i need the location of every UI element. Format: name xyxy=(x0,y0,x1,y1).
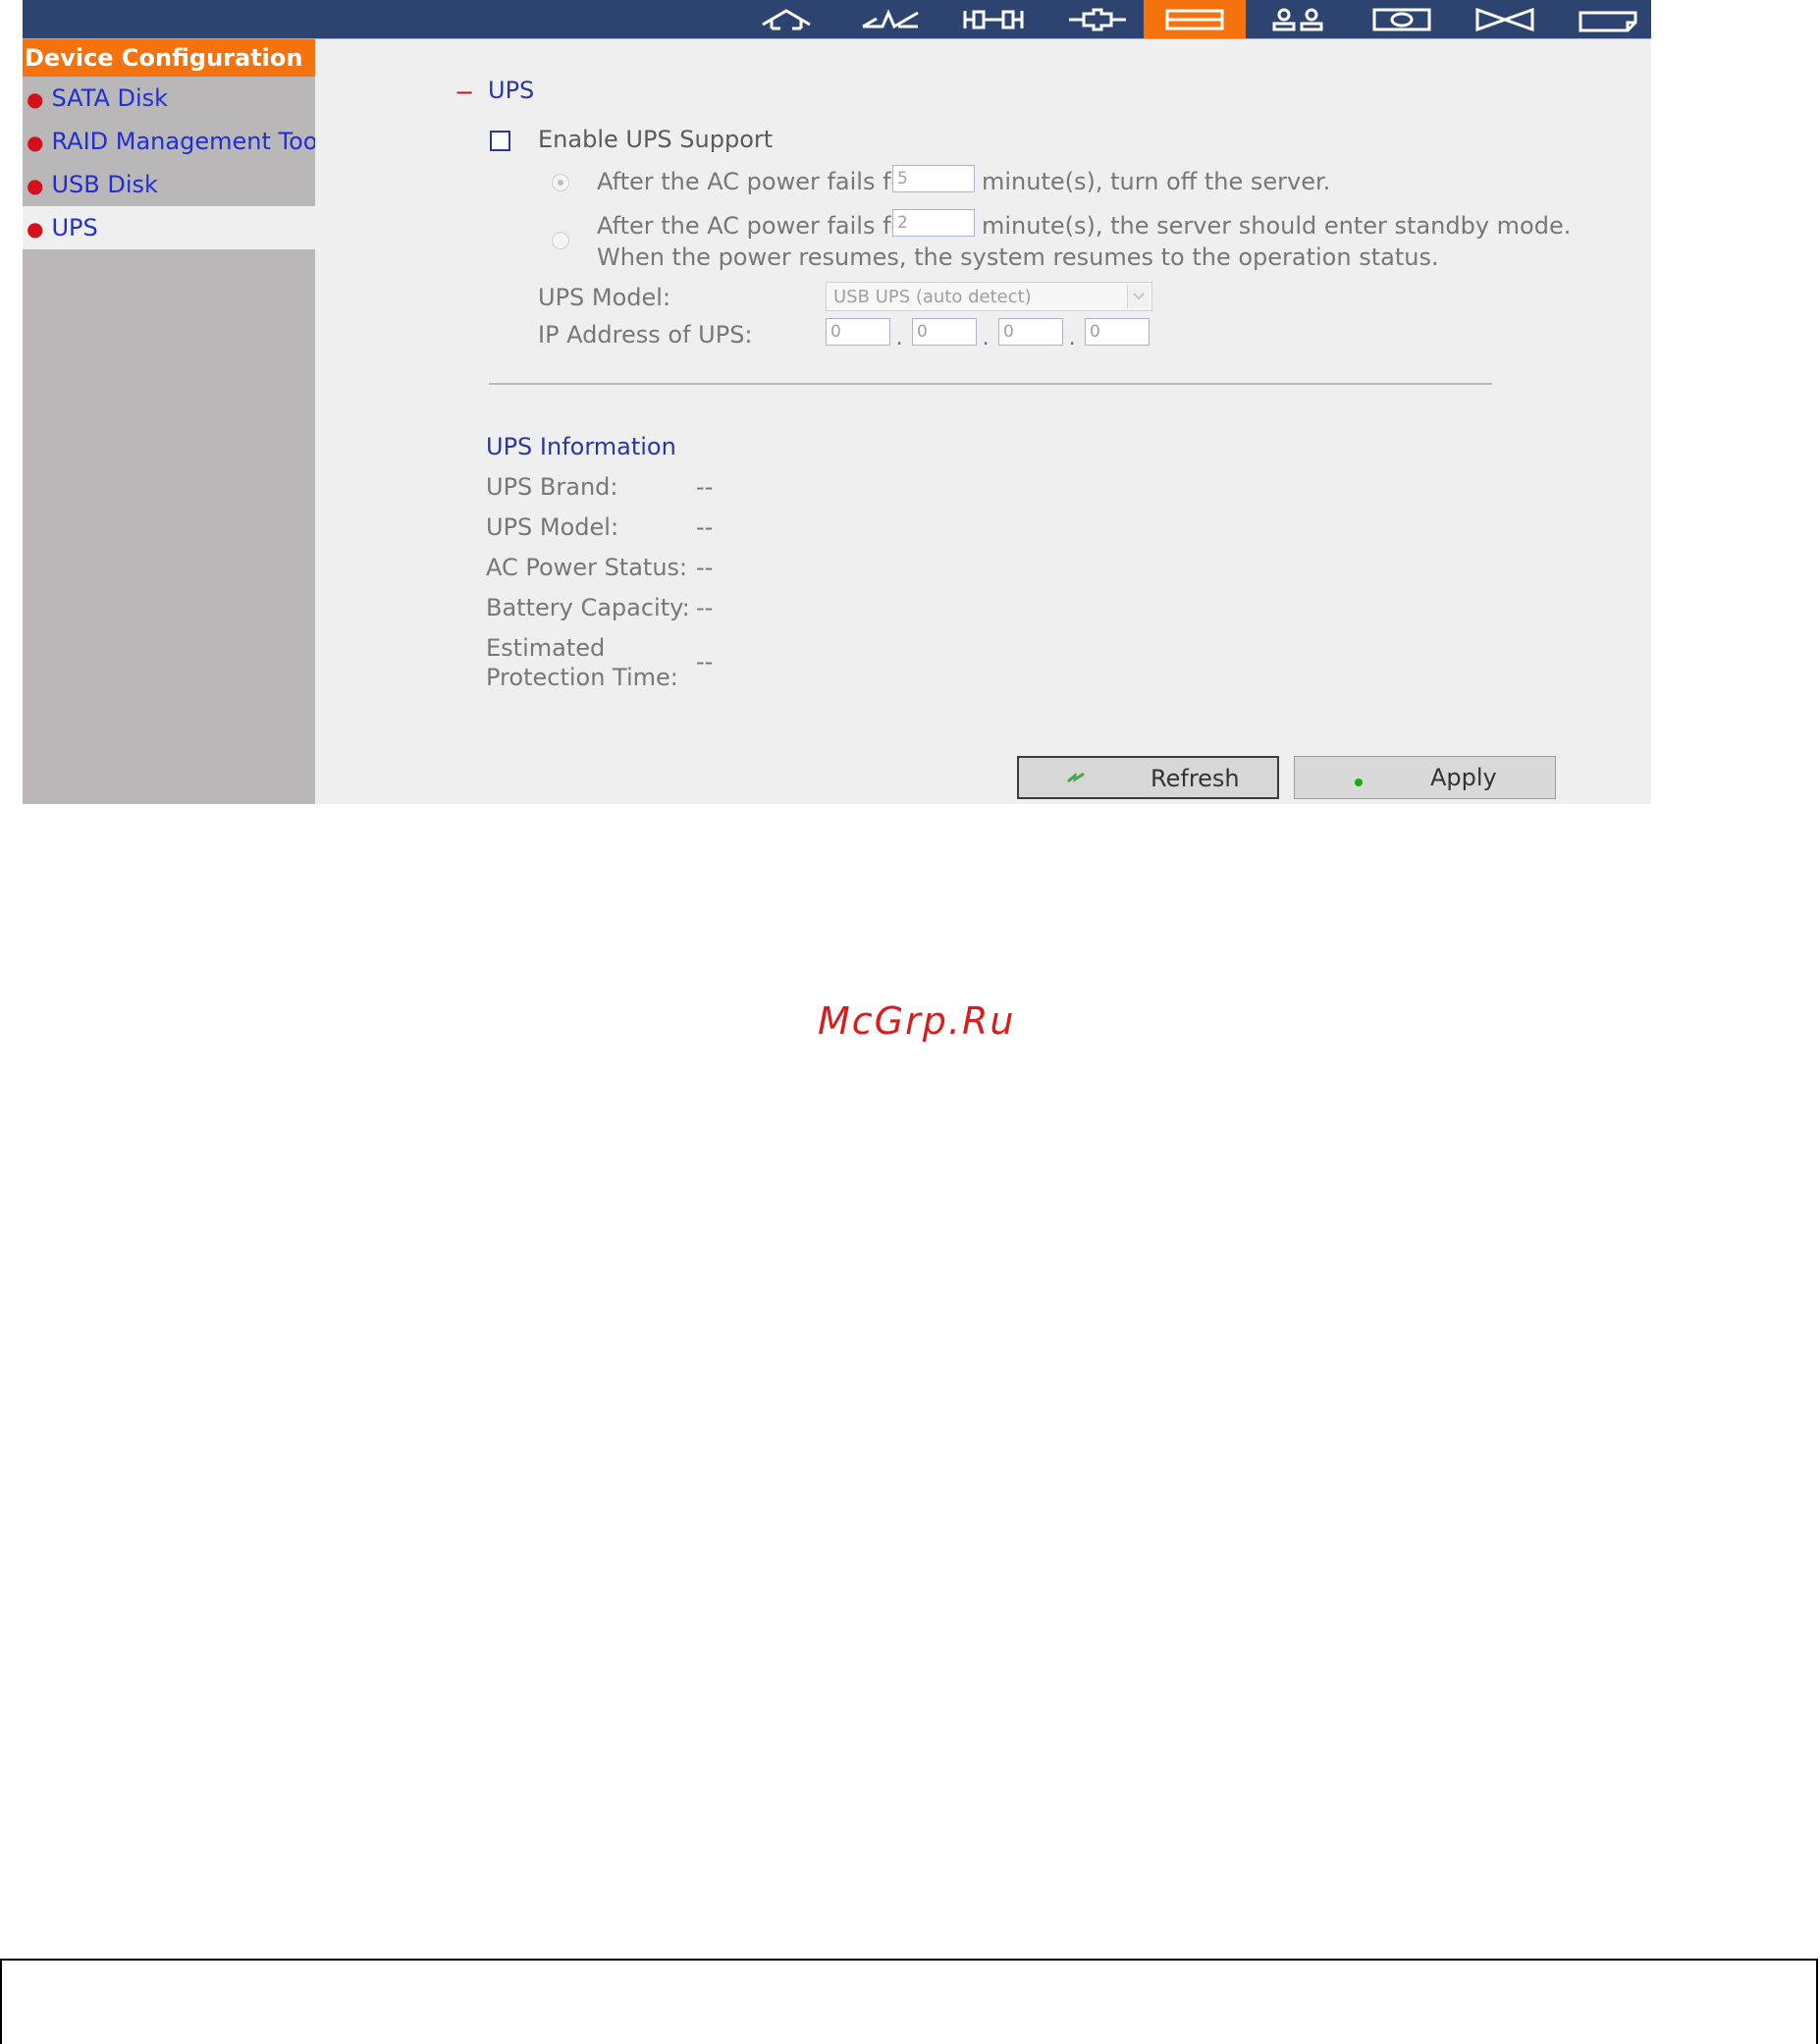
shutdown-option-suffix: minute(s), turn off the server. xyxy=(982,168,1331,195)
network-icon[interactable] xyxy=(1046,0,1149,38)
ac-power-status-value: -- xyxy=(696,554,714,581)
protection-time-label-line2: Protection Time: xyxy=(486,664,678,691)
shutdown-option-prefix: After the AC power fails for xyxy=(597,168,916,195)
protection-time-label-line1: Estimated xyxy=(486,634,606,662)
system-admin-icon[interactable] xyxy=(942,0,1044,38)
shutdown-minutes-input[interactable] xyxy=(892,165,975,192)
device-config-icon[interactable] xyxy=(1144,0,1246,38)
sidebar-item-label: SATA Disk xyxy=(51,84,169,112)
sidebar-item-label: RAID Management Tool xyxy=(51,128,325,155)
sidebar-item-ups[interactable]: ● UPS xyxy=(23,206,315,249)
ip-separator: . xyxy=(1069,326,1076,350)
refresh-icon xyxy=(1066,770,1086,789)
sidebar-item-sata-disk[interactable]: ● SATA Disk xyxy=(23,77,315,120)
enable-ups-checkbox[interactable] xyxy=(490,131,510,151)
bullet-icon: ● xyxy=(27,174,44,197)
page-footer-frame xyxy=(0,1959,1818,2044)
ac-power-status-label: AC Power Status: xyxy=(486,554,688,581)
ip-address-label: IP Address of UPS: xyxy=(538,321,753,349)
bullet-icon: ● xyxy=(27,87,44,111)
event-log-icon[interactable] xyxy=(1557,0,1659,38)
standby-radio[interactable] xyxy=(552,232,569,249)
ups-brand-label: UPS Brand: xyxy=(486,473,618,501)
sidebar-item-label: UPS xyxy=(51,214,98,242)
ups-model-value: USB UPS (auto detect) xyxy=(833,287,1032,307)
section-divider xyxy=(489,383,1492,385)
battery-capacity-label: Battery Capacity: xyxy=(486,594,690,621)
ups-model-select[interactable]: USB UPS (auto detect) xyxy=(826,282,1152,311)
main-content: − UPS Enable UPS Support After the AC po… xyxy=(315,39,1651,804)
section-title-ups: UPS xyxy=(488,77,535,104)
apply-dot-icon xyxy=(1354,773,1364,791)
system-tools-icon[interactable] xyxy=(1454,0,1556,38)
ip-octet-4-input[interactable] xyxy=(1085,318,1150,346)
ups-brand-value: -- xyxy=(696,473,714,501)
sidebar-item-label: USB Disk xyxy=(51,171,158,198)
top-toolbar xyxy=(23,0,1651,39)
ip-octet-1-input[interactable] xyxy=(826,318,890,346)
ups-info-model-value: -- xyxy=(696,513,714,541)
standby-option-prefix: After the AC power fails for xyxy=(597,212,916,240)
ups-info-title: UPS Information xyxy=(486,433,676,460)
ip-separator: . xyxy=(896,326,903,350)
refresh-button[interactable]: Refresh xyxy=(1017,756,1279,799)
home-icon[interactable] xyxy=(735,0,837,38)
chevron-down-icon xyxy=(1127,285,1150,308)
standby-option-suffix: minute(s), the server should enter stand… xyxy=(982,212,1572,240)
sidebar-item-raid-management-tool[interactable]: ● RAID Management Tool xyxy=(23,120,324,163)
refresh-label: Refresh xyxy=(1151,765,1240,792)
ip-octet-2-input[interactable] xyxy=(912,318,977,346)
bullet-icon: ● xyxy=(27,217,44,241)
ip-octet-3-input[interactable] xyxy=(998,318,1063,346)
collapse-icon[interactable]: − xyxy=(455,79,474,106)
enable-ups-label: Enable UPS Support xyxy=(538,126,774,153)
standby-minutes-input[interactable] xyxy=(892,209,975,237)
sidebar-item-usb-disk[interactable]: ● USB Disk xyxy=(23,163,315,206)
nas-admin-window: Device Configuration ● SATA Disk ● RAID Ma… xyxy=(23,0,1651,804)
ip-separator: . xyxy=(983,326,990,350)
ups-model-label: UPS Model: xyxy=(538,284,671,311)
shutdown-radio[interactable] xyxy=(552,174,569,191)
standby-option-note: When the power resumes, the system resum… xyxy=(597,243,1439,271)
watermark-text: McGrp.Ru xyxy=(818,999,1016,1043)
users-icon[interactable] xyxy=(1247,0,1349,38)
quick-config-icon[interactable] xyxy=(839,0,941,38)
sidebar-title: Device Configuration xyxy=(23,39,315,77)
battery-capacity-value: -- xyxy=(696,594,714,621)
bullet-icon: ● xyxy=(27,131,44,154)
protection-time-value: -- xyxy=(696,648,714,675)
network-share-icon[interactable] xyxy=(1351,0,1453,38)
apply-button[interactable]: Apply xyxy=(1294,756,1556,799)
ups-info-model-label: UPS Model: xyxy=(486,513,619,541)
apply-label: Apply xyxy=(1430,764,1497,791)
sidebar: Device Configuration ● SATA Disk ● RAID Ma… xyxy=(23,39,324,804)
